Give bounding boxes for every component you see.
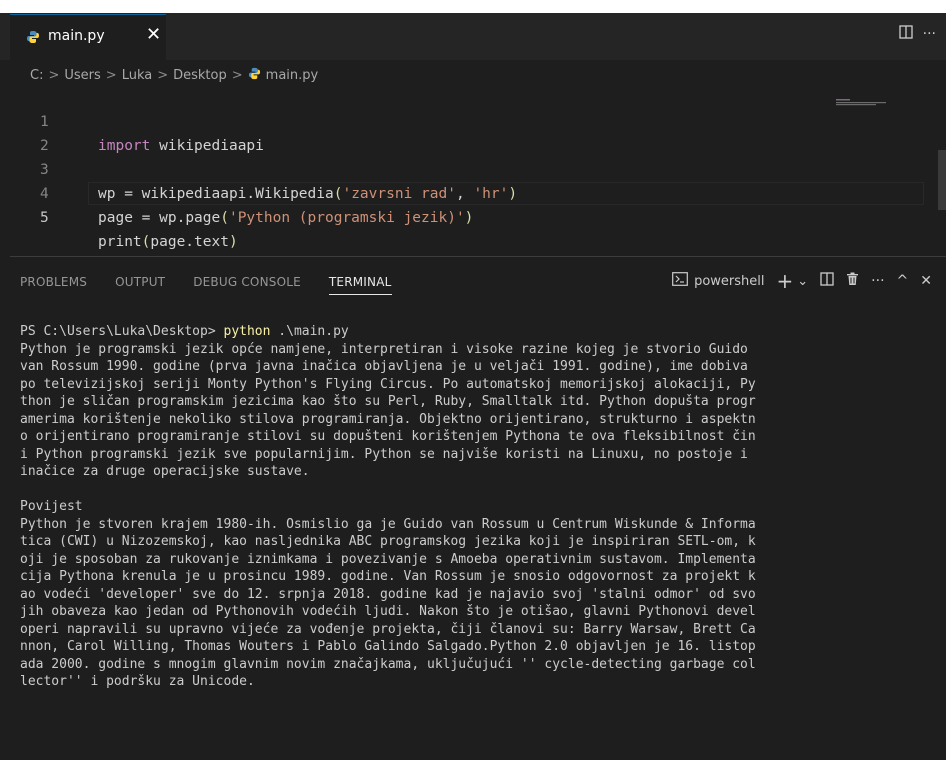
terminal-shell-selector[interactable]: powershell: [672, 272, 765, 290]
terminal-prompt: PS C:\Users\Luka\Desktop>: [20, 324, 224, 339]
split-editor-icon[interactable]: [898, 24, 913, 43]
breadcrumb-luka[interactable]: Luka: [122, 68, 153, 83]
trash-icon[interactable]: [846, 272, 859, 290]
new-terminal-icon[interactable]: +: [777, 269, 794, 293]
token: page: [98, 210, 133, 226]
breadcrumb-file[interactable]: main.py: [266, 68, 319, 83]
terminal-command: python: [223, 324, 271, 339]
split-terminal-icon[interactable]: [820, 272, 834, 290]
tab-terminal[interactable]: TERMINAL: [328, 275, 392, 295]
terminal-icon: [672, 272, 688, 290]
more-actions-icon[interactable]: ···: [871, 273, 884, 289]
python-file-icon: [248, 67, 261, 84]
token: ): [228, 234, 238, 250]
breadcrumb-drive[interactable]: C:: [30, 68, 43, 83]
token: (: [220, 210, 229, 226]
breadcrumb-separator: >: [231, 68, 243, 83]
panel-toolbar: powershell + ⌄ ··· ^ ✕: [672, 269, 932, 293]
close-panel-icon[interactable]: ✕: [920, 273, 932, 289]
editor-actions: ···: [898, 24, 936, 43]
token: page: [185, 210, 221, 226]
tab-problems[interactable]: PROBLEMS: [20, 275, 87, 295]
code-line: 1 import wikipediaapi: [10, 86, 930, 154]
code-text: print(page.text): [98, 230, 238, 254]
code-editor[interactable]: 1 import wikipediaapi 2 3 wp = wikipedia…: [10, 86, 946, 256]
code-line-active: 5 print ( page.text): [10, 182, 930, 250]
python-file-icon: [26, 29, 40, 48]
bottom-panel: PROBLEMS OUTPUT DEBUG CONSOLE TERMINAL p…: [10, 256, 946, 760]
token: ): [464, 210, 474, 226]
breadcrumb-separator: >: [48, 68, 60, 83]
tab-debug-console[interactable]: DEBUG CONSOLE: [193, 275, 301, 295]
shell-name: powershell: [694, 273, 765, 289]
breadcrumb-separator: >: [105, 68, 117, 83]
code-line: 4 page = wp.page('Python (programski jez…: [10, 158, 930, 226]
code-text: page = wp.page('Python (programski jezik…: [98, 206, 473, 230]
more-actions-icon[interactable]: ···: [923, 26, 936, 42]
breadcrumb: C: > Users > Luka > Desktop > main.py: [30, 67, 318, 84]
maximize-panel-icon[interactable]: ^: [897, 273, 909, 289]
terminal-output[interactable]: PS C:\Users\Luka\Desktop> python .\main.…: [20, 323, 940, 691]
terminal-output-text: Python je programski jezik opće namjene,…: [20, 341, 756, 690]
breadcrumb-separator: >: [157, 68, 169, 83]
editor-scrollbar[interactable]: [938, 150, 946, 210]
editor-tab-main-py[interactable]: main.py ✕: [10, 14, 166, 60]
breadcrumb-desktop[interactable]: Desktop: [173, 68, 227, 83]
code-line: 3 wp = wikipediaapi.Wikipedia('zavrsni r…: [10, 134, 930, 202]
terminal-args: .\main.py: [270, 324, 349, 339]
token: page.text: [150, 234, 229, 250]
token: = wp.: [132, 210, 186, 226]
chevron-down-icon[interactable]: ⌄: [797, 274, 808, 289]
tab-output[interactable]: OUTPUT: [115, 275, 165, 295]
token-string: 'Python (programski jezik)': [228, 210, 465, 226]
tab-filename: main.py: [48, 28, 105, 44]
breadcrumb-users[interactable]: Users: [64, 68, 100, 83]
tab-close-icon[interactable]: ✕: [146, 24, 161, 45]
panel-tabs: PROBLEMS OUTPUT DEBUG CONSOLE TERMINAL: [20, 275, 392, 295]
token: print: [98, 234, 142, 250]
code-line: 2: [10, 110, 930, 154]
minimap[interactable]: [836, 92, 898, 106]
line-number: 5: [40, 210, 49, 226]
